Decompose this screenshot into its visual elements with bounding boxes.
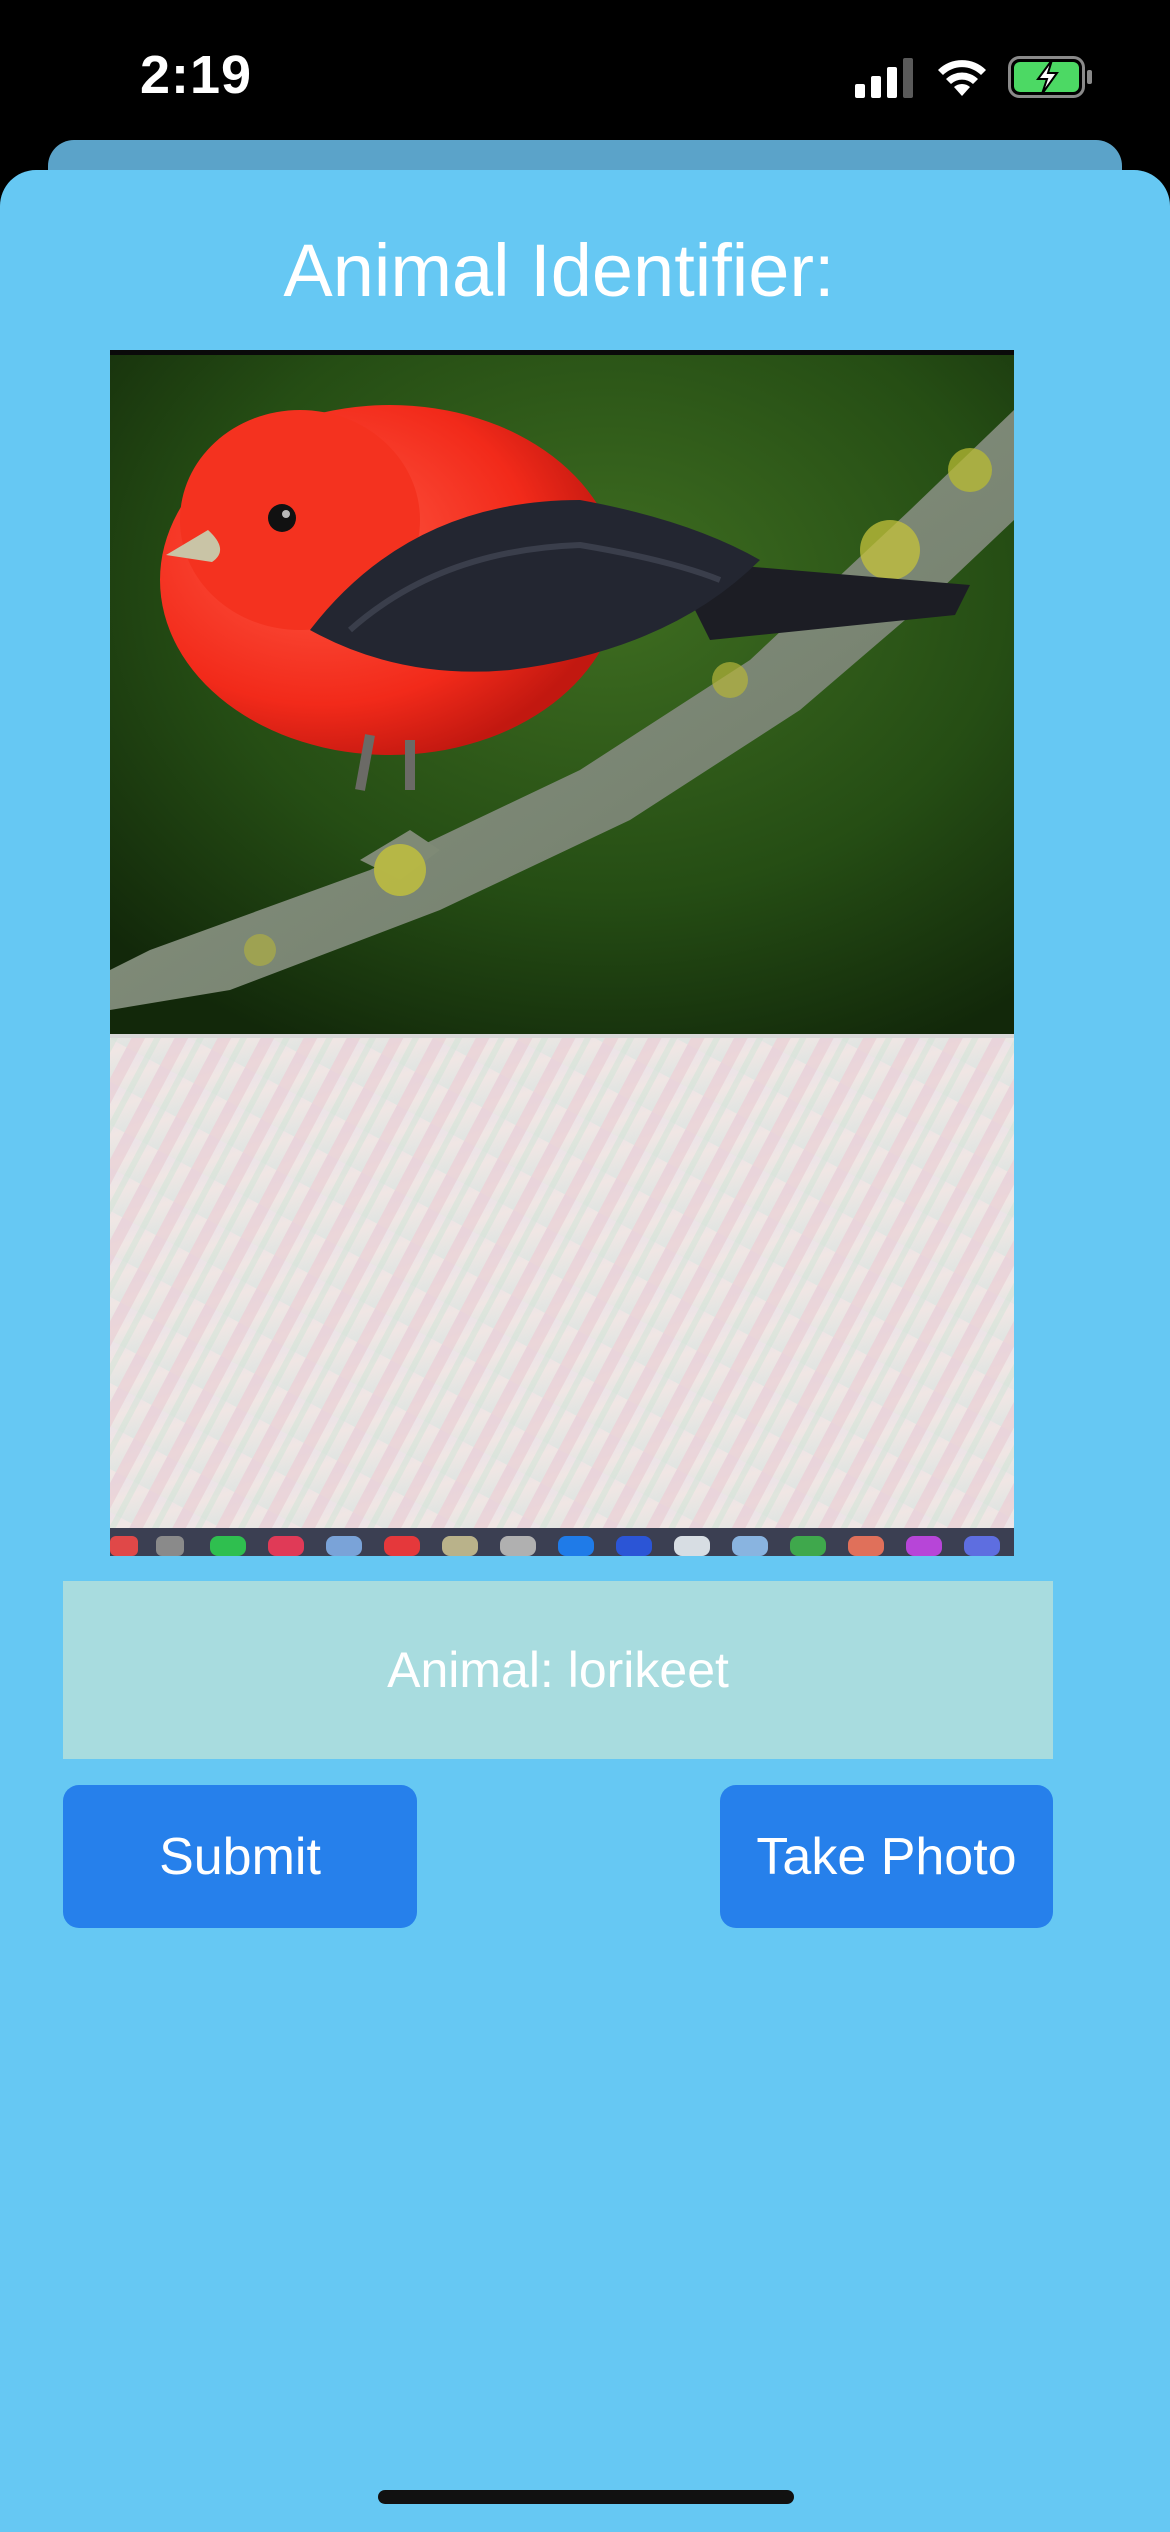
result-field: Animal: lorikeet bbox=[63, 1581, 1053, 1759]
home-indicator[interactable] bbox=[378, 2490, 794, 2504]
submit-button-label: Submit bbox=[159, 1827, 321, 1886]
cellular-signal-icon bbox=[855, 58, 913, 98]
page-title: Animal Identifier: bbox=[283, 229, 835, 312]
take-photo-button[interactable]: Take Photo bbox=[720, 1785, 1053, 1928]
submit-button[interactable]: Submit bbox=[63, 1785, 417, 1928]
status-bar: 2:19 bbox=[0, 0, 1170, 150]
wifi-icon bbox=[938, 60, 986, 96]
status-time: 2:19 bbox=[140, 45, 253, 105]
battery-charging-icon bbox=[1008, 56, 1092, 98]
app-screen: 2:19 Animal Identifier: Animal: lorikeet… bbox=[0, 0, 1170, 2532]
result-text: Animal: lorikeet bbox=[387, 1642, 729, 1698]
bird-photo bbox=[110, 350, 1014, 1556]
take-photo-button-label: Take Photo bbox=[756, 1827, 1017, 1886]
